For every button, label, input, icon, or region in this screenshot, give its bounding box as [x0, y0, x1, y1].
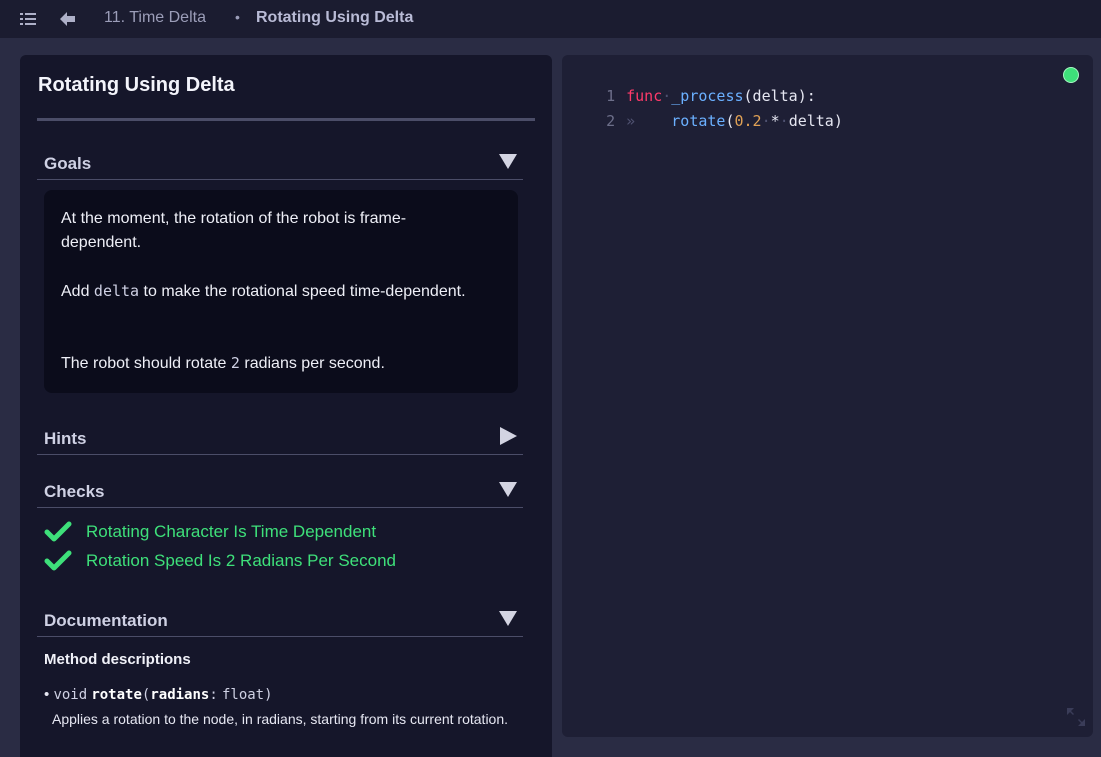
inline-code-2: 2: [230, 354, 240, 372]
breadcrumb-current: Rotating Using Delta: [256, 9, 414, 26]
number-literal: 0.2: [734, 112, 762, 130]
expand-icon[interactable]: [1065, 706, 1087, 728]
triangle-down-icon: [499, 154, 517, 169]
inline-code-delta: delta: [93, 282, 140, 300]
triangle-down-icon: [499, 611, 517, 626]
method-descriptions-heading: Method descriptions: [44, 651, 191, 668]
check-item: Rotation Speed Is 2 Radians Per Second: [44, 548, 396, 574]
check-label: Rotation Speed Is 2 Radians Per Second: [86, 551, 396, 570]
breadcrumb-lesson[interactable]: 11. Time Delta: [104, 9, 206, 27]
checks-section-header[interactable]: Checks: [37, 471, 523, 508]
breadcrumb-separator: •: [235, 9, 240, 25]
tab-indent-marker: »: [626, 112, 636, 130]
goals-content: At the moment, the rotation of the robot…: [44, 190, 518, 393]
page-title: Rotating Using Delta: [38, 74, 235, 96]
bullet: •: [44, 686, 50, 703]
goal-text-2: Add delta to make the rotational speed t…: [61, 282, 466, 300]
method-name: rotate: [91, 687, 142, 703]
status-indicator: [1063, 67, 1079, 83]
hints-label: Hints: [44, 429, 87, 448]
triangle-right-icon: [500, 427, 517, 445]
goal-text-3: The robot should rotate 2 radians per se…: [61, 354, 385, 372]
arrow-left-icon[interactable]: [58, 9, 78, 29]
instructions-panel: Rotating Using Delta Goals At the moment…: [20, 55, 552, 757]
method-signature: • void rotate(radians: float): [44, 686, 273, 703]
code-line[interactable]: 1 func·_process(delta):: [570, 60, 816, 105]
checks-label: Checks: [44, 482, 105, 501]
title-divider: [37, 118, 535, 121]
goals-label: Goals: [44, 154, 92, 173]
hints-section-header[interactable]: Hints: [37, 418, 523, 455]
check-label: Rotating Character Is Time Dependent: [86, 522, 377, 541]
check-item: Rotating Character Is Time Dependent: [44, 519, 376, 545]
checkmark-icon: [44, 521, 72, 542]
documentation-label: Documentation: [44, 611, 168, 630]
triangle-down-icon: [499, 482, 517, 497]
code-editor[interactable]: 1 func·_process(delta): 2» rotate(0.2·*·d…: [562, 55, 1093, 737]
return-type: void: [53, 687, 88, 703]
documentation-section-header[interactable]: Documentation: [37, 600, 523, 637]
param-name: radians: [150, 687, 210, 703]
code-line[interactable]: 2» rotate(0.2·*·delta): [570, 85, 843, 130]
goal-text-1: At the moment, the rotation of the robot…: [61, 210, 407, 251]
line-number: 2: [606, 112, 616, 130]
method-description: Applies a rotation to the node, in radia…: [52, 711, 509, 727]
function-call: rotate: [671, 112, 726, 130]
goals-section-header[interactable]: Goals: [37, 143, 523, 180]
param-type: float: [221, 687, 265, 703]
list-menu-icon[interactable]: [18, 9, 38, 29]
top-bar: 11. Time Delta • Rotating Using Delta: [0, 0, 1101, 38]
checkmark-icon: [44, 550, 72, 571]
